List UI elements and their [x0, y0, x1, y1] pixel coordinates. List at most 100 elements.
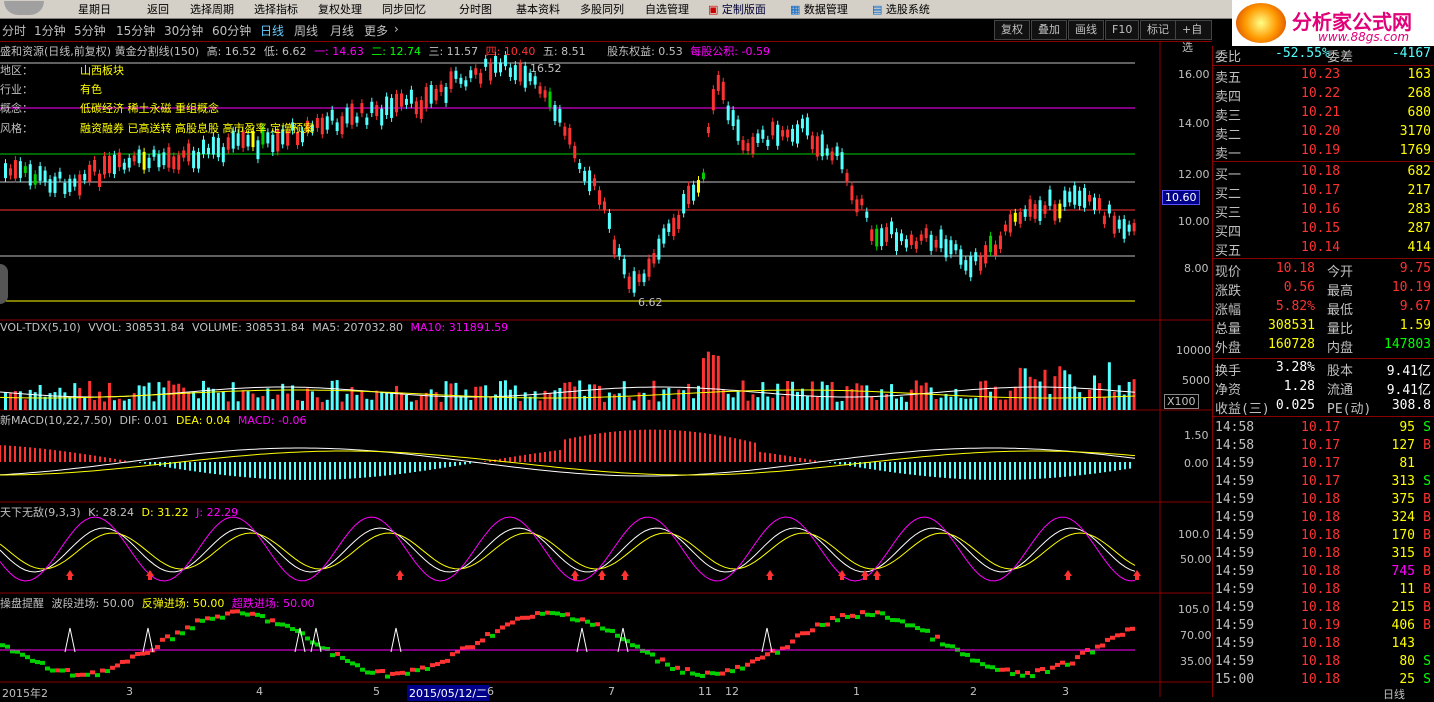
- date-label-1: 1: [853, 685, 860, 698]
- menu-data-manage[interactable]: ▦ 数据管理: [790, 1, 848, 17]
- alert-step: [515, 616, 520, 621]
- sell-row: 卖五 10.23 163: [1215, 67, 1433, 86]
- alert-y-35: 35.00: [1180, 655, 1212, 668]
- chevron-right-icon[interactable]: ›: [394, 22, 399, 36]
- candle-body: [206, 147, 210, 155]
- menu-timeshare[interactable]: 分时图: [459, 1, 492, 17]
- menu-restore-rights[interactable]: 复权处理: [318, 1, 362, 17]
- volume-bar: [58, 387, 62, 410]
- menu-custom-layout[interactable]: ▣ 定制版面: [708, 1, 766, 17]
- period-weekly[interactable]: 周线: [294, 22, 318, 39]
- volume-bar: [1107, 362, 1111, 410]
- candle-body: [162, 152, 166, 166]
- alert-step: [490, 633, 495, 638]
- tick-direction: B: [1423, 492, 1431, 507]
- buy-price: 10.16: [1301, 202, 1341, 217]
- period-timeshare[interactable]: 分时: [2, 22, 26, 39]
- menu-multi-stock[interactable]: 多股同列: [580, 1, 624, 17]
- left-scroll-handle[interactable]: [0, 264, 8, 304]
- y-label-16: 16.00: [1178, 68, 1210, 81]
- tick-volume: 313: [1391, 474, 1415, 489]
- alert-step: [825, 622, 830, 627]
- volume-bar: [815, 396, 819, 410]
- candle-body: [147, 157, 151, 169]
- alert-step: [175, 630, 180, 635]
- alert-step: [250, 611, 255, 616]
- vol-ma5: MA5: 207032.80: [312, 321, 403, 334]
- candle-body: [593, 178, 597, 187]
- volume-bar: [236, 401, 240, 410]
- macd-y-150: 1.50: [1184, 429, 1209, 442]
- alert-step: [1115, 633, 1120, 638]
- alert-step: [985, 664, 990, 669]
- volume-bar: [404, 394, 408, 410]
- alert-step: [735, 664, 740, 669]
- menu-basic-info[interactable]: 基本资料: [516, 1, 560, 17]
- volume-bar: [291, 385, 295, 410]
- candle-body: [568, 128, 572, 145]
- tick-price: 10.18: [1301, 636, 1341, 651]
- buy-arrow-icon: [598, 570, 606, 580]
- volume-bar: [563, 382, 567, 410]
- volume-bar: [1093, 375, 1096, 410]
- alert-step: [1035, 668, 1040, 673]
- buy-volume: 682: [1407, 164, 1431, 179]
- btn-mark[interactable]: 标记: [1140, 20, 1176, 40]
- menu-sync-recall[interactable]: 同步回忆: [382, 1, 426, 17]
- btn-overlay[interactable]: 叠加: [1031, 20, 1067, 40]
- quote-value: 308531: [1268, 318, 1315, 333]
- menu-back[interactable]: 返回: [147, 1, 169, 17]
- candle-body: [13, 160, 17, 179]
- tick-row: 14:59 10.18 215 B: [1215, 600, 1433, 618]
- candle-body: [390, 98, 394, 118]
- candle-body: [68, 178, 72, 192]
- tick-row: 14:59 10.18 11 B: [1215, 582, 1433, 600]
- alert-step: [800, 631, 805, 636]
- alert-step: [755, 657, 760, 662]
- btn-draw[interactable]: 画线: [1068, 20, 1104, 40]
- period-60min[interactable]: 60分钟: [212, 22, 251, 39]
- period-daily[interactable]: 日线: [260, 22, 284, 39]
- volume-bar: [320, 401, 324, 410]
- btn-f10[interactable]: F10: [1105, 20, 1140, 40]
- candle-body: [256, 140, 260, 160]
- volume-bar: [954, 388, 958, 410]
- candle-body: [182, 150, 186, 158]
- period-1min[interactable]: 1分钟: [34, 22, 66, 39]
- menu-select-period[interactable]: 选择周期: [190, 1, 234, 17]
- alert-step: [350, 661, 355, 666]
- separator: [1213, 358, 1434, 359]
- alert-step: [555, 611, 560, 616]
- volume-bar: [419, 395, 423, 410]
- alert-step: [50, 668, 55, 673]
- volume-bar: [315, 397, 319, 410]
- volume-bar: [330, 380, 334, 410]
- fund-value: 0.025: [1275, 398, 1315, 413]
- btn-restore[interactable]: 复权: [994, 20, 1030, 40]
- candle-body: [825, 148, 829, 156]
- period-monthly[interactable]: 月线: [330, 22, 354, 39]
- period-more[interactable]: 更多: [364, 22, 388, 39]
- alert-step: [260, 614, 265, 619]
- candle-body: [469, 70, 473, 79]
- y-label-10: 10.00: [1178, 215, 1210, 228]
- alert-step: [380, 669, 385, 674]
- volume-bar: [692, 398, 696, 410]
- period-30min[interactable]: 30分钟: [164, 22, 203, 39]
- alert-step: [125, 659, 130, 664]
- btn-add-watch[interactable]: +自选: [1175, 20, 1212, 54]
- alert-step: [465, 645, 470, 650]
- quote-row: 涨幅 5.82% 最低 9.67: [1215, 299, 1433, 318]
- alert-step: [365, 670, 370, 675]
- menu-watchlist[interactable]: 自选管理: [645, 1, 689, 17]
- period-15min[interactable]: 15分钟: [116, 22, 155, 39]
- candle-body: [53, 176, 57, 194]
- menu-stock-picker[interactable]: ▤ 选股系统: [872, 1, 930, 17]
- volume-bar: [53, 392, 57, 410]
- alert-step: [675, 665, 680, 670]
- chart-area[interactable]: 盛和资源(日线,前复权) 黄金分割线(150) 高: 16.52 低: 6.62…: [0, 42, 1212, 701]
- menu-select-indicator[interactable]: 选择指标: [254, 1, 298, 17]
- period-5min[interactable]: 5分钟: [74, 22, 106, 39]
- volume-bar: [830, 382, 834, 410]
- candle-body: [489, 62, 493, 81]
